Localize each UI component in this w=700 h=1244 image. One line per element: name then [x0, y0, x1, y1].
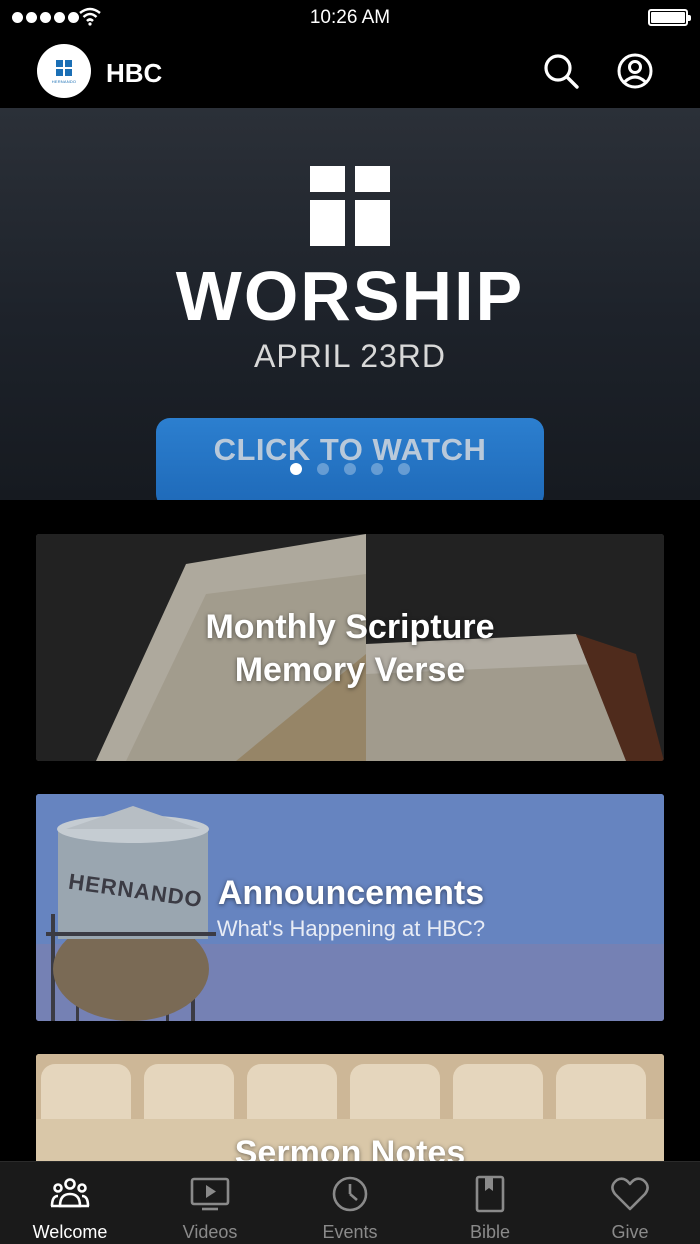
book-icon — [475, 1175, 505, 1213]
scripture-card[interactable]: Monthly Scripture Memory Verse — [36, 534, 664, 761]
tab-bar: Welcome Videos Events Bible Give — [0, 1161, 700, 1244]
status-time: 10:26 AM — [309, 7, 391, 28]
sermon-notes-card[interactable]: Sermon Notes — [36, 1054, 664, 1164]
heart-icon — [611, 1177, 649, 1211]
carousel-dot[interactable] — [398, 463, 410, 475]
carousel-dot[interactable] — [371, 463, 383, 475]
cross-icon — [310, 166, 390, 246]
profile-icon[interactable] — [616, 52, 654, 90]
tv-icon — [190, 1177, 230, 1211]
hero-date: APRIL 23RD — [254, 338, 446, 374]
logo-text: HERNANDO — [51, 78, 77, 84]
cross-logo-icon — [56, 59, 72, 76]
app-title: HBC — [106, 58, 163, 88]
scripture-card-title: Monthly Scripture Memory Verse — [36, 606, 664, 692]
scripture-title-line1: Monthly Scripture — [205, 608, 495, 646]
tab-give[interactable]: Give — [560, 1162, 700, 1244]
hero-title: WORSHIP — [175, 257, 525, 335]
people-icon — [50, 1178, 90, 1208]
tab-label: Events — [322, 1222, 378, 1242]
hero-banner[interactable]: WORSHIP APRIL 23RD CLICK TO WATCH — [0, 108, 700, 500]
scripture-title-line2: Memory Verse — [234, 651, 466, 689]
carousel-dot[interactable] — [344, 463, 356, 475]
app-header: HERNANDO HBC — [0, 36, 700, 108]
tab-label: Give — [611, 1222, 649, 1242]
announcements-subtitle: What's Happening at HBC? — [216, 916, 486, 941]
announcements-card[interactable]: HERNANDO Announcements What's Happening … — [36, 794, 664, 1021]
tab-label: Videos — [182, 1222, 238, 1242]
battery-icon — [648, 9, 691, 26]
sermon-notes-title: Sermon Notes — [234, 1134, 466, 1164]
tab-bible[interactable]: Bible — [420, 1162, 560, 1244]
carousel-dot[interactable] — [290, 463, 302, 475]
carousel-indicator[interactable] — [0, 463, 700, 475]
tab-events[interactable]: Events — [280, 1162, 420, 1244]
clock-icon — [332, 1176, 368, 1212]
tab-label: Welcome — [32, 1222, 108, 1242]
tab-videos[interactable]: Videos — [140, 1162, 280, 1244]
church-logo[interactable]: HERNANDO — [37, 44, 91, 98]
click-to-watch-button[interactable]: CLICK TO WATCH — [156, 418, 544, 500]
announcements-title: Announcements — [217, 874, 485, 912]
status-bar: 10:26 AM — [0, 0, 700, 36]
carousel-dot[interactable] — [317, 463, 329, 475]
tab-label: Bible — [469, 1222, 511, 1242]
tab-welcome[interactable]: Welcome — [0, 1162, 140, 1244]
search-icon[interactable] — [542, 52, 580, 90]
